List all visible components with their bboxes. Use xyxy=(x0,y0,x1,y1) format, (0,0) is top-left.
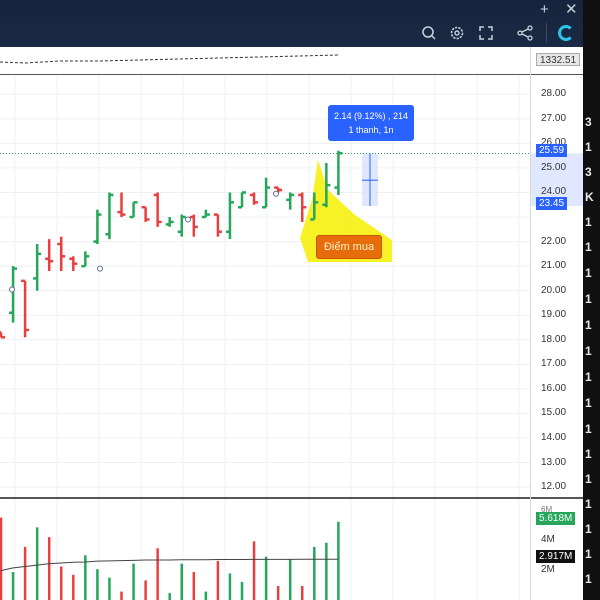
price-axis-label: 15.00 xyxy=(541,407,567,419)
measure-tooltip-line2: 1 thanh, 1n xyxy=(348,125,394,135)
price-axis-label: 20.00 xyxy=(541,284,567,296)
watchlist-item-partial[interactable]: 1 xyxy=(585,572,592,586)
watchlist-item-partial[interactable]: 1 xyxy=(585,292,592,306)
price-axis-label: 27.00 xyxy=(541,112,567,124)
price-axis-label: 22.00 xyxy=(541,235,567,247)
watchlist-item-partial[interactable]: 1 xyxy=(585,266,592,280)
watchlist-item-partial[interactable]: 1 xyxy=(585,472,592,486)
chart-window: + ✕ 313K111111111111111 28.00 27.00 26.00 2… xyxy=(0,0,600,600)
price-axis-label: 18.00 xyxy=(541,333,567,345)
range-low-tag: 23.45 xyxy=(536,197,568,210)
price-chart[interactable] xyxy=(0,0,583,600)
watchlist-item-partial[interactable]: 1 xyxy=(585,215,592,229)
watchlist-item-partial[interactable]: 1 xyxy=(585,547,592,561)
price-axis-label: 12.00 xyxy=(541,481,567,493)
volume-average-line xyxy=(0,558,339,572)
compare-value-tag: 1332.51 xyxy=(536,53,581,66)
watchlist-item-partial[interactable]: K xyxy=(585,190,594,204)
price-axis-label: 13.00 xyxy=(541,456,567,468)
current-price-tag: 25.59 xyxy=(536,144,568,157)
event-marker xyxy=(9,286,15,293)
price-axis-label: 19.00 xyxy=(541,309,567,321)
volume-axis-label: 2M xyxy=(541,564,555,575)
price-axis-label: 21.00 xyxy=(541,260,567,272)
event-marker xyxy=(273,190,279,197)
volume-pane-divider[interactable] xyxy=(0,497,583,499)
price-axis-label: 25.00 xyxy=(541,161,567,173)
price-axis-label: 14.00 xyxy=(541,431,567,443)
watchlist-item-partial[interactable]: 1 xyxy=(585,447,592,461)
price-axis-label: 16.00 xyxy=(541,382,567,394)
watchlist-item-partial[interactable]: 1 xyxy=(585,318,592,332)
right-side-panel: 3 1 3 K 1 1 1 1 1 1 1 1 1 1 1 1 1 1 1 xyxy=(583,0,600,600)
compare-pane-divider xyxy=(0,74,583,75)
watchlist-item-partial[interactable]: 1 xyxy=(585,422,592,436)
watchlist-item-partial[interactable]: 1 xyxy=(585,396,592,410)
buy-point-callout[interactable]: Điểm mua xyxy=(316,235,382,259)
volume-axis-label: 4M xyxy=(541,534,555,545)
watchlist-item-partial[interactable]: 1 xyxy=(585,522,592,536)
measure-tooltip-line1: 2.14 (9.12%) , 214 xyxy=(333,111,409,121)
watchlist-item-partial[interactable]: 1 xyxy=(585,344,592,358)
watchlist-item-partial[interactable]: 1 xyxy=(585,497,592,511)
measure-tooltip: 2.14 (9.12%) , 214 1 thanh, 1n xyxy=(328,105,414,141)
watchlist-item-partial[interactable]: 1 xyxy=(585,240,592,254)
watchlist-item-partial[interactable]: 3 xyxy=(585,115,592,129)
price-axis-border xyxy=(530,47,531,600)
price-axis-label: 17.00 xyxy=(541,358,567,370)
price-axis-label: 28.00 xyxy=(541,88,567,100)
price-axis-label: 24.00 xyxy=(541,186,567,198)
event-marker xyxy=(185,216,191,223)
volume-axis-top-label: 6M xyxy=(541,505,553,514)
watchlist-item-partial[interactable]: 1 xyxy=(585,370,592,384)
watchlist-item-partial[interactable]: 3 xyxy=(585,165,592,179)
avg-volume-tag: 2.917M xyxy=(536,550,576,563)
compare-line xyxy=(0,54,341,64)
watchlist-item-partial[interactable]: 1 xyxy=(585,140,592,154)
event-marker xyxy=(97,265,103,272)
